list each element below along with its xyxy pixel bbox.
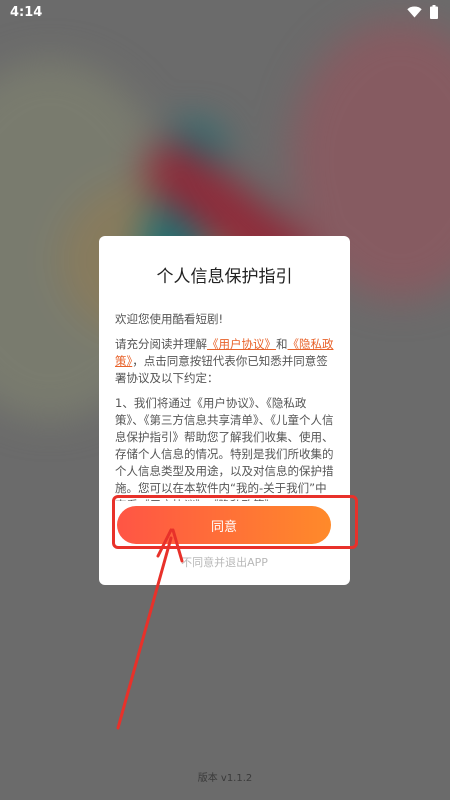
paragraph-text: 和 (276, 337, 288, 351)
battery-icon (430, 5, 438, 19)
status-bar: 4:14 (0, 0, 450, 24)
welcome-text: 欢迎您使用酷看短剧! (115, 312, 224, 326)
version-label: 版本 v1.1.2 (197, 773, 253, 784)
wifi-icon (407, 6, 422, 18)
terms-paragraph: 1、我们将通过《用户协议》、《隐私政策》、《第三方信息共享清单》、《儿童个人信息… (115, 396, 334, 501)
status-time: 4:14 (10, 4, 43, 20)
dialog-title: 个人信息保护指引 (156, 267, 293, 287)
dialog-body[interactable]: 欢迎您使用酷看短剧! 请充分阅读并理解《用户协议》和《隐私政策》，点击同意按钮代… (115, 311, 334, 501)
status-icons (407, 5, 438, 19)
paragraph-text: 请充分阅读并理解 (115, 337, 207, 351)
agreement-paragraph: 请充分阅读并理解《用户协议》和《隐私政策》，点击同意按钮代表你已知悉并同意签署协… (115, 336, 334, 387)
disagree-exit-link[interactable]: 不同意并退出APP (99, 554, 350, 570)
user-agreement-link[interactable]: 《用户协议》 (207, 337, 276, 351)
paragraph-text: ，点击同意按钮代表你已知悉并同意签署协议及以下约定： (115, 354, 328, 385)
splash-screen: 4:14 个人信息保护指引 欢迎您使用酷看短剧! 请充分阅读并理解《用户协议》和… (0, 0, 450, 800)
annotation-highlight-box (112, 495, 358, 549)
